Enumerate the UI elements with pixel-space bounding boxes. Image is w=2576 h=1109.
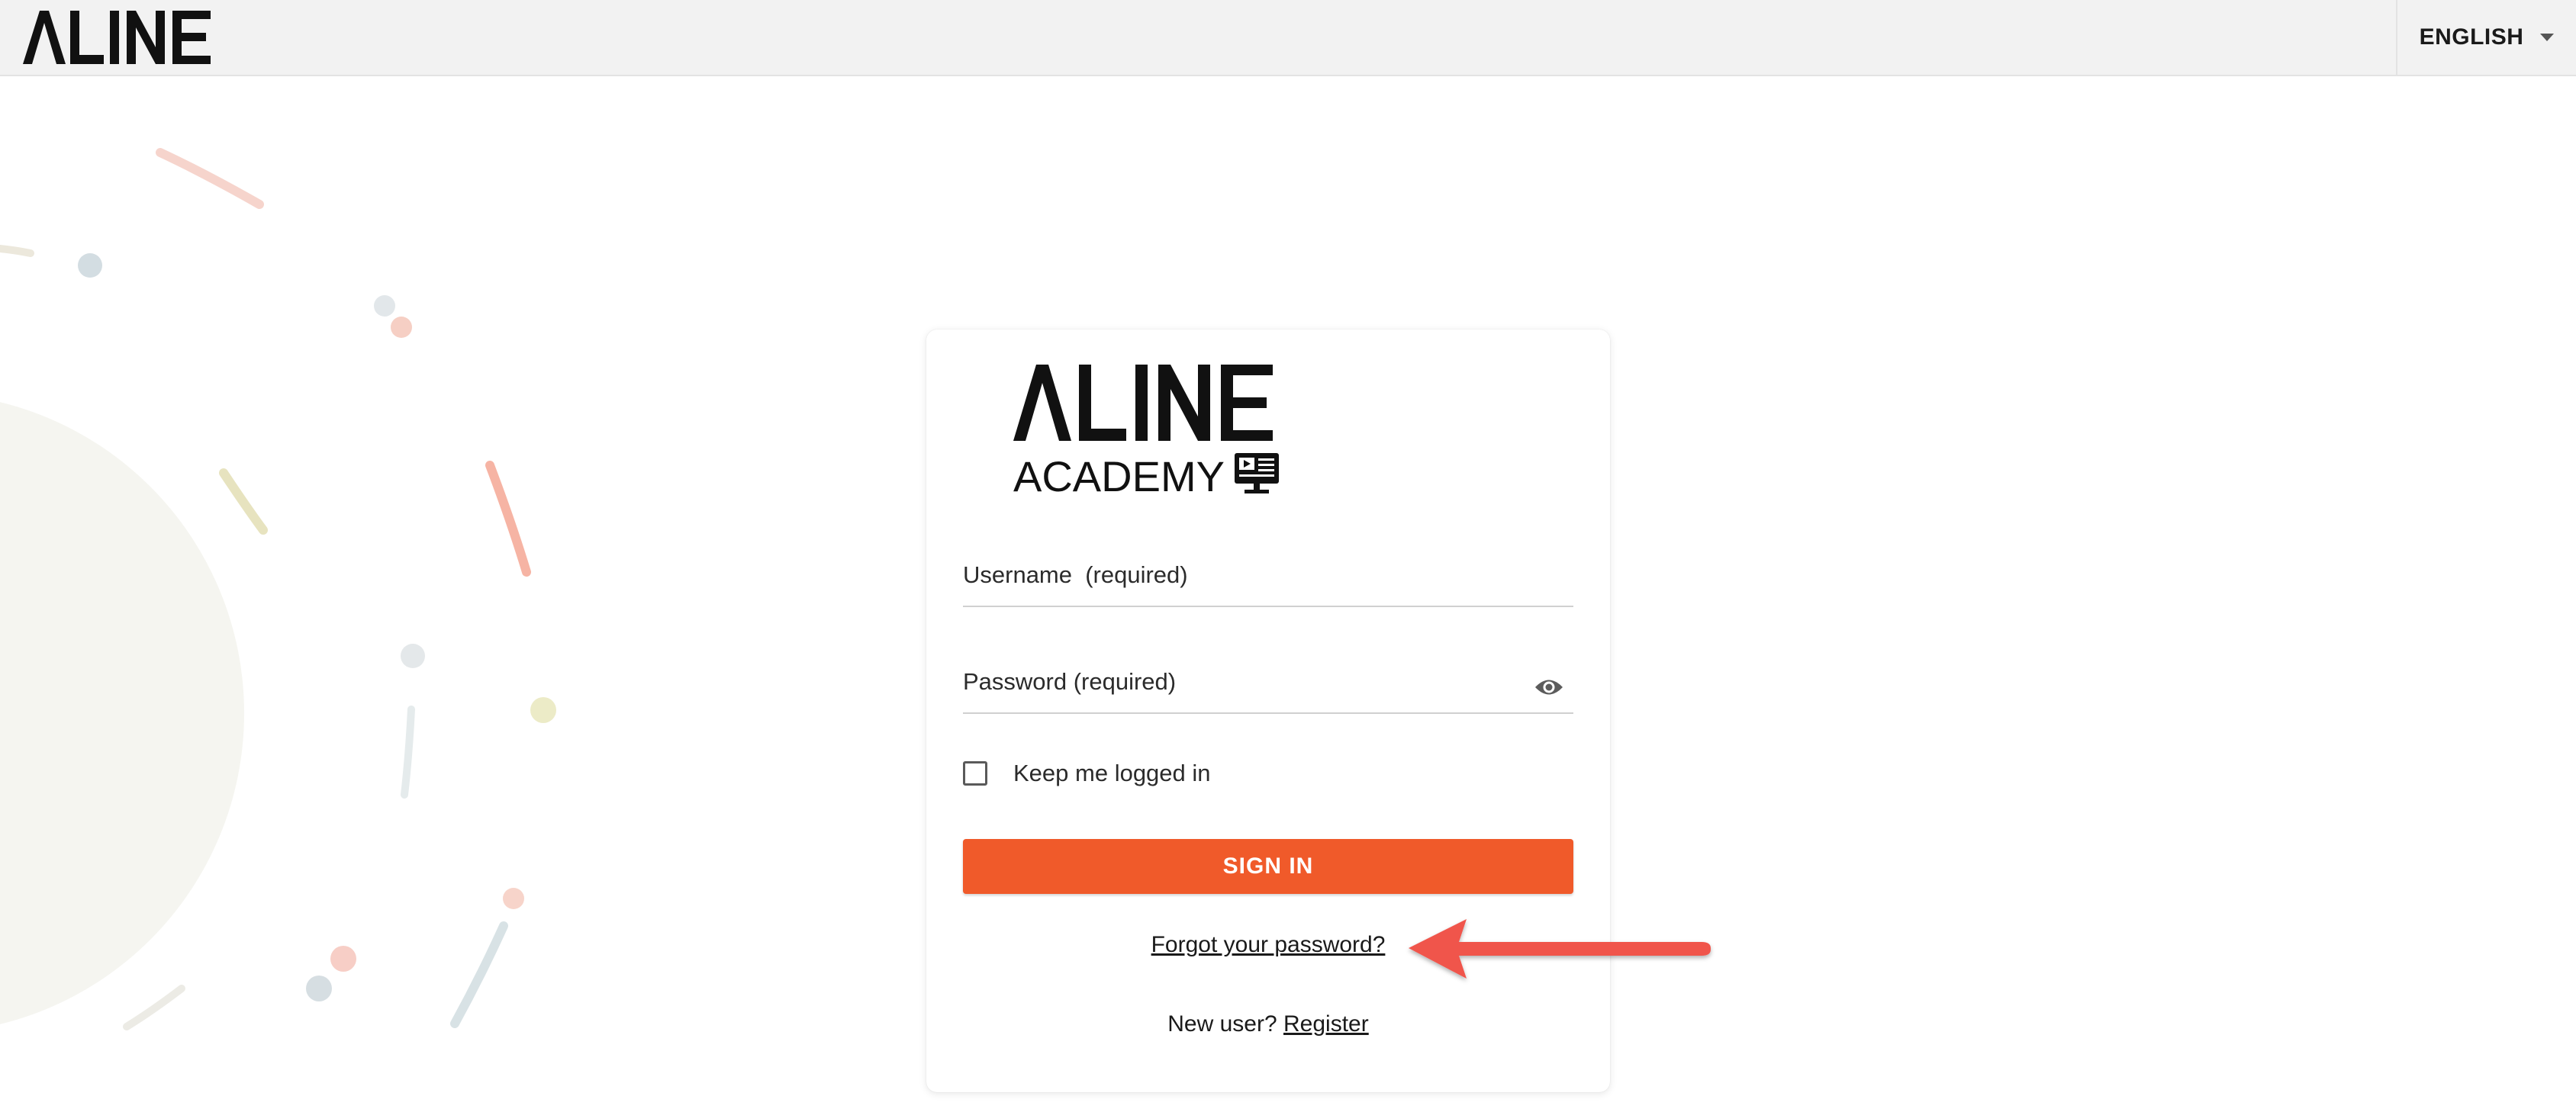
academy-wordmark: ACADEMY <box>1013 452 1225 500</box>
remember-me-option[interactable]: Keep me logged in <box>963 760 1211 787</box>
top-bar: ENGLISH <box>0 0 2576 76</box>
language-label: ENGLISH <box>2419 24 2524 50</box>
caret-down-icon <box>2540 34 2555 41</box>
new-user-text: New user? <box>1167 1011 1277 1037</box>
password-field[interactable]: Password (required) <box>963 645 1576 714</box>
username-field[interactable]: Username (required) <box>963 538 1576 607</box>
language-selector[interactable]: ENGLISH <box>2396 0 2576 75</box>
red-arrow-icon <box>1409 919 1711 979</box>
background-decoration <box>0 148 556 1030</box>
sign-in-button[interactable]: SIGN IN <box>963 839 1573 894</box>
aline-logo[interactable] <box>23 11 211 64</box>
eye-icon[interactable] <box>1534 676 1564 699</box>
password-input[interactable] <box>963 665 1576 712</box>
register-link[interactable]: Register <box>1283 1011 1369 1037</box>
remember-me-checkbox[interactable] <box>963 761 987 786</box>
username-input[interactable] <box>963 558 1576 606</box>
remember-me-label: Keep me logged in <box>1013 760 1211 786</box>
aline-academy-logo: ACADEMY <box>1013 365 1279 500</box>
monitor-icon <box>1235 453 1279 493</box>
new-user-row: New user? Register <box>926 1011 1610 1037</box>
